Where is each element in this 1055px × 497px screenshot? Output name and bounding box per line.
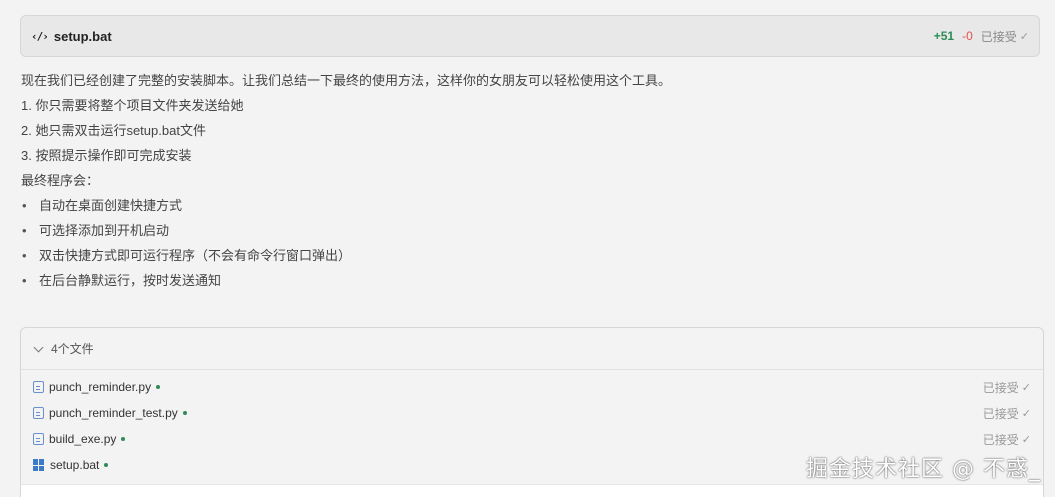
windows-icon (33, 459, 45, 471)
accepted-status: 已接受 (980, 29, 1017, 44)
bullet-item: 自动在桌面创建快捷方式 (21, 193, 1021, 218)
watermark: 掘金技术社区 @ 不惑_ (806, 457, 1041, 482)
assistant-message: 现在我们已经创建了完整的安装脚本。让我们总结一下最终的使用方法，这样你的女朋友可… (21, 68, 1021, 293)
step-item: 1. 你只需要将整个项目文件夹发送给她 (21, 98, 244, 113)
python-file-icon (33, 407, 44, 419)
modified-dot-icon (121, 437, 126, 441)
modified-dot-icon (156, 385, 161, 389)
result-title: 最终程序会： (21, 173, 100, 188)
file-row-name: punch_reminder_test.py (49, 406, 178, 420)
chevron-down-icon (33, 342, 44, 352)
code-icon: ‹/› (31, 29, 49, 43)
check-icon: ✓ (1019, 30, 1029, 43)
bullet-item: 可选择添加到开机启动 (21, 218, 1021, 243)
file-row-name: setup.bat (50, 458, 100, 472)
file-change-header[interactable]: ‹/› setup.bat +51 -0 已接受 ✓ (20, 15, 1040, 57)
file-name[interactable]: setup.bat (54, 29, 112, 44)
file-row-punch-reminder[interactable]: punch_reminder.py 已接受 ✓ (21, 374, 1043, 400)
file-row-punch-reminder-test[interactable]: punch_reminder_test.py 已接受 ✓ (21, 400, 1043, 426)
files-count-label: 4个文件 (51, 342, 94, 356)
intro-text: 现在我们已经创建了完整的安装脚本。让我们总结一下最终的使用方法，这样你的女朋友可… (21, 73, 672, 88)
lines-removed: -0 (962, 29, 973, 43)
modified-dot-icon (182, 411, 187, 415)
modified-dot-icon (104, 463, 109, 467)
input-area-edge (21, 484, 1043, 497)
file-row-build-exe[interactable]: build_exe.py 已接受 ✓ (21, 426, 1043, 452)
step-item: 2. 她只需双击运行setup.bat文件 (21, 123, 206, 138)
diff-summary: +51 -0 已接受 ✓ (934, 28, 1029, 45)
step-item: 3. 按照提示操作即可完成安装 (21, 148, 192, 163)
bullet-item: 双击快捷方式即可运行程序（不会有命令行窗口弹出） (21, 243, 1021, 268)
python-file-icon (33, 381, 44, 393)
check-icon: ✓ (1021, 381, 1031, 394)
check-icon: ✓ (1021, 407, 1031, 420)
bullet-item: 在后台静默运行，按时发送通知 (21, 268, 1021, 293)
file-row-name: build_exe.py (49, 432, 117, 446)
check-icon: ✓ (1021, 433, 1031, 446)
file-status: 已接受 ✓ (982, 406, 1031, 421)
files-panel-toggle[interactable]: 4个文件 (21, 328, 1043, 370)
file-row-name: punch_reminder.py (49, 380, 152, 394)
python-file-icon (33, 433, 44, 445)
lines-added: +51 (933, 29, 955, 43)
file-status: 已接受 ✓ (982, 432, 1031, 447)
file-status: 已接受 ✓ (982, 380, 1031, 395)
